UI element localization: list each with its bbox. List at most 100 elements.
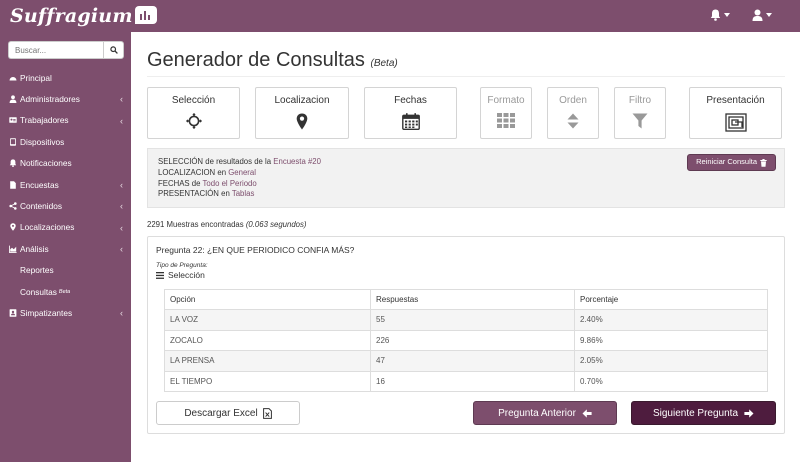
responses-cell: 47 bbox=[370, 350, 575, 372]
question-type-value: Selección bbox=[168, 270, 205, 280]
map-marker-icon bbox=[10, 223, 16, 232]
summary-line: FECHAS de Todo el Periodo bbox=[158, 178, 257, 188]
summary-line: LOCALIZACION en General bbox=[158, 167, 256, 177]
top-navbar: Suffragium bbox=[0, 0, 800, 32]
sidebar-item-analisis[interactable]: Análisis ‹ bbox=[0, 238, 131, 259]
sidebar-item-label: Dispositivos bbox=[20, 136, 65, 147]
sidebar-item-label: Consultas bbox=[20, 286, 57, 297]
search-icon bbox=[109, 46, 118, 54]
step-label: Filtro bbox=[628, 95, 652, 106]
next-question-button[interactable]: Siguiente Pregunta bbox=[631, 401, 776, 425]
reset-query-button[interactable]: Reiniciar Consulta bbox=[687, 154, 776, 171]
query-time: (0.063 segundos) bbox=[245, 220, 307, 229]
step-fechas[interactable]: Fechas bbox=[364, 87, 457, 139]
chevron-left-icon: ‹ bbox=[120, 222, 123, 233]
sidebar-item-label: Notificaciones bbox=[20, 158, 72, 169]
table-row: LA PRENSA 47 2.05% bbox=[164, 350, 768, 372]
page-title-tag: (Beta) bbox=[370, 58, 398, 69]
search-input[interactable] bbox=[8, 41, 103, 59]
responses-cell: 55 bbox=[370, 309, 575, 331]
chevron-left-icon: ‹ bbox=[120, 179, 123, 190]
chevron-left-icon: ‹ bbox=[120, 308, 123, 319]
sidebar-subitem-consultas[interactable]: Consultas Beta bbox=[0, 281, 131, 302]
dashboard-icon bbox=[9, 76, 17, 81]
percent-cell: 9.86% bbox=[574, 329, 768, 351]
question-title: Pregunta 22: ¿EN QUE PERIODICO CONFIA MÁ… bbox=[156, 245, 355, 255]
bell-icon bbox=[9, 159, 17, 168]
arrow-right-icon bbox=[744, 408, 754, 418]
summary-line: PRESENTACIÓN en Tablas bbox=[158, 189, 255, 199]
percent-cell: 2.05% bbox=[574, 350, 768, 372]
question-type: Selección bbox=[156, 270, 205, 280]
previous-question-button[interactable]: Pregunta Anterior bbox=[473, 401, 617, 425]
column-header: Respuestas bbox=[370, 289, 575, 310]
chart-icon bbox=[9, 245, 17, 253]
sidebar: Principal Administradores ‹ Trabajadores… bbox=[0, 32, 131, 462]
sidebar-item-encuestas[interactable]: Encuestas ‹ bbox=[0, 174, 131, 195]
sidebar-item-label: Administradores bbox=[20, 94, 80, 105]
step-filtro[interactable]: Filtro bbox=[614, 87, 666, 139]
notifications-menu[interactable] bbox=[710, 9, 730, 21]
presentation-icon bbox=[724, 113, 747, 132]
divider bbox=[147, 76, 785, 77]
bell-icon bbox=[710, 9, 721, 21]
responses-cell: 16 bbox=[370, 370, 575, 392]
chevron-left-icon: ‹ bbox=[120, 115, 123, 126]
sidebar-search bbox=[8, 41, 124, 59]
calendar-icon bbox=[401, 113, 420, 130]
step-formato[interactable]: Formato bbox=[480, 87, 532, 139]
step-label: Localizacion bbox=[274, 95, 330, 106]
chevron-down-icon: ‹ bbox=[120, 244, 123, 255]
sidebar-item-notificaciones[interactable]: Notificaciones bbox=[0, 153, 131, 174]
page-title-text: Generador de Consultas bbox=[147, 49, 365, 71]
option-cell: ZOCALO bbox=[164, 329, 371, 351]
sidebar-item-label: Localizaciones bbox=[20, 222, 75, 233]
main-content: Generador de Consultas (Beta) Selección … bbox=[131, 32, 800, 462]
sidebar-item-label: Trabajadores bbox=[20, 115, 69, 126]
step-orden[interactable]: Orden bbox=[547, 87, 599, 139]
percent-cell: 2.40% bbox=[574, 309, 768, 331]
user-icon bbox=[752, 9, 763, 21]
results-table: Opción Respuestas Porcentaje LA VOZ 55 2… bbox=[164, 289, 768, 392]
step-presentacion[interactable]: Presentación bbox=[689, 87, 782, 139]
sidebar-item-label: Encuestas bbox=[20, 179, 59, 190]
step-seleccion[interactable]: Selección bbox=[147, 87, 240, 139]
column-header: Porcentaje bbox=[574, 289, 768, 310]
sidebar-item-trabajadores[interactable]: Trabajadores ‹ bbox=[0, 110, 131, 131]
excel-file-icon bbox=[262, 407, 272, 419]
sidebar-item-label: Contenidos bbox=[20, 201, 62, 212]
question-panel: Pregunta 22: ¿EN QUE PERIODICO CONFIA MÁ… bbox=[147, 236, 785, 434]
chevron-down-icon bbox=[724, 13, 730, 17]
query-summary: SELECCIÓN de resultados de la Encuesta #… bbox=[147, 148, 785, 208]
filter-icon bbox=[632, 113, 648, 129]
sidebar-subitem-reportes[interactable]: Reportes bbox=[0, 260, 131, 281]
brand-logo[interactable]: Suffragium bbox=[10, 4, 157, 27]
step-label: Fechas bbox=[394, 95, 427, 106]
sidebar-item-label: Reportes bbox=[20, 265, 54, 276]
chart-bubble-icon bbox=[134, 6, 157, 24]
option-cell: LA VOZ bbox=[164, 309, 371, 331]
sidebar-item-administradores[interactable]: Administradores ‹ bbox=[0, 88, 131, 109]
page-title: Generador de Consultas (Beta) bbox=[147, 49, 398, 72]
document-icon bbox=[10, 180, 16, 189]
sidebar-item-localizaciones[interactable]: Localizaciones ‹ bbox=[0, 217, 131, 238]
sidebar-item-simpatizantes[interactable]: Simpatizantes ‹ bbox=[0, 302, 131, 323]
address-book-icon bbox=[9, 309, 17, 317]
brand-name: Suffragium bbox=[10, 5, 133, 27]
previous-question-label: Pregunta Anterior bbox=[498, 407, 576, 419]
results-count: 2291 Muestras encontradas (0.063 segundo… bbox=[147, 220, 307, 229]
chevron-left-icon: ‹ bbox=[120, 94, 123, 105]
sidebar-item-label: Principal bbox=[20, 72, 52, 83]
sidebar-item-contenidos[interactable]: Contenidos ‹ bbox=[0, 195, 131, 216]
reset-query-label: Reiniciar Consulta bbox=[696, 157, 757, 167]
step-label: Selección bbox=[171, 95, 216, 106]
sidebar-item-dispositivos[interactable]: Dispositivos bbox=[0, 131, 131, 152]
user-icon bbox=[9, 95, 17, 104]
question-type-label: Tipo de Pregunta: bbox=[156, 262, 208, 269]
download-excel-button[interactable]: Descargar Excel bbox=[156, 401, 300, 425]
step-localizacion[interactable]: Localizacion bbox=[255, 87, 349, 139]
search-button[interactable] bbox=[103, 41, 124, 59]
sidebar-item-principal[interactable]: Principal bbox=[0, 67, 131, 88]
sidebar-nav: Principal Administradores ‹ Trabajadores… bbox=[0, 67, 131, 324]
user-menu[interactable] bbox=[752, 9, 772, 21]
